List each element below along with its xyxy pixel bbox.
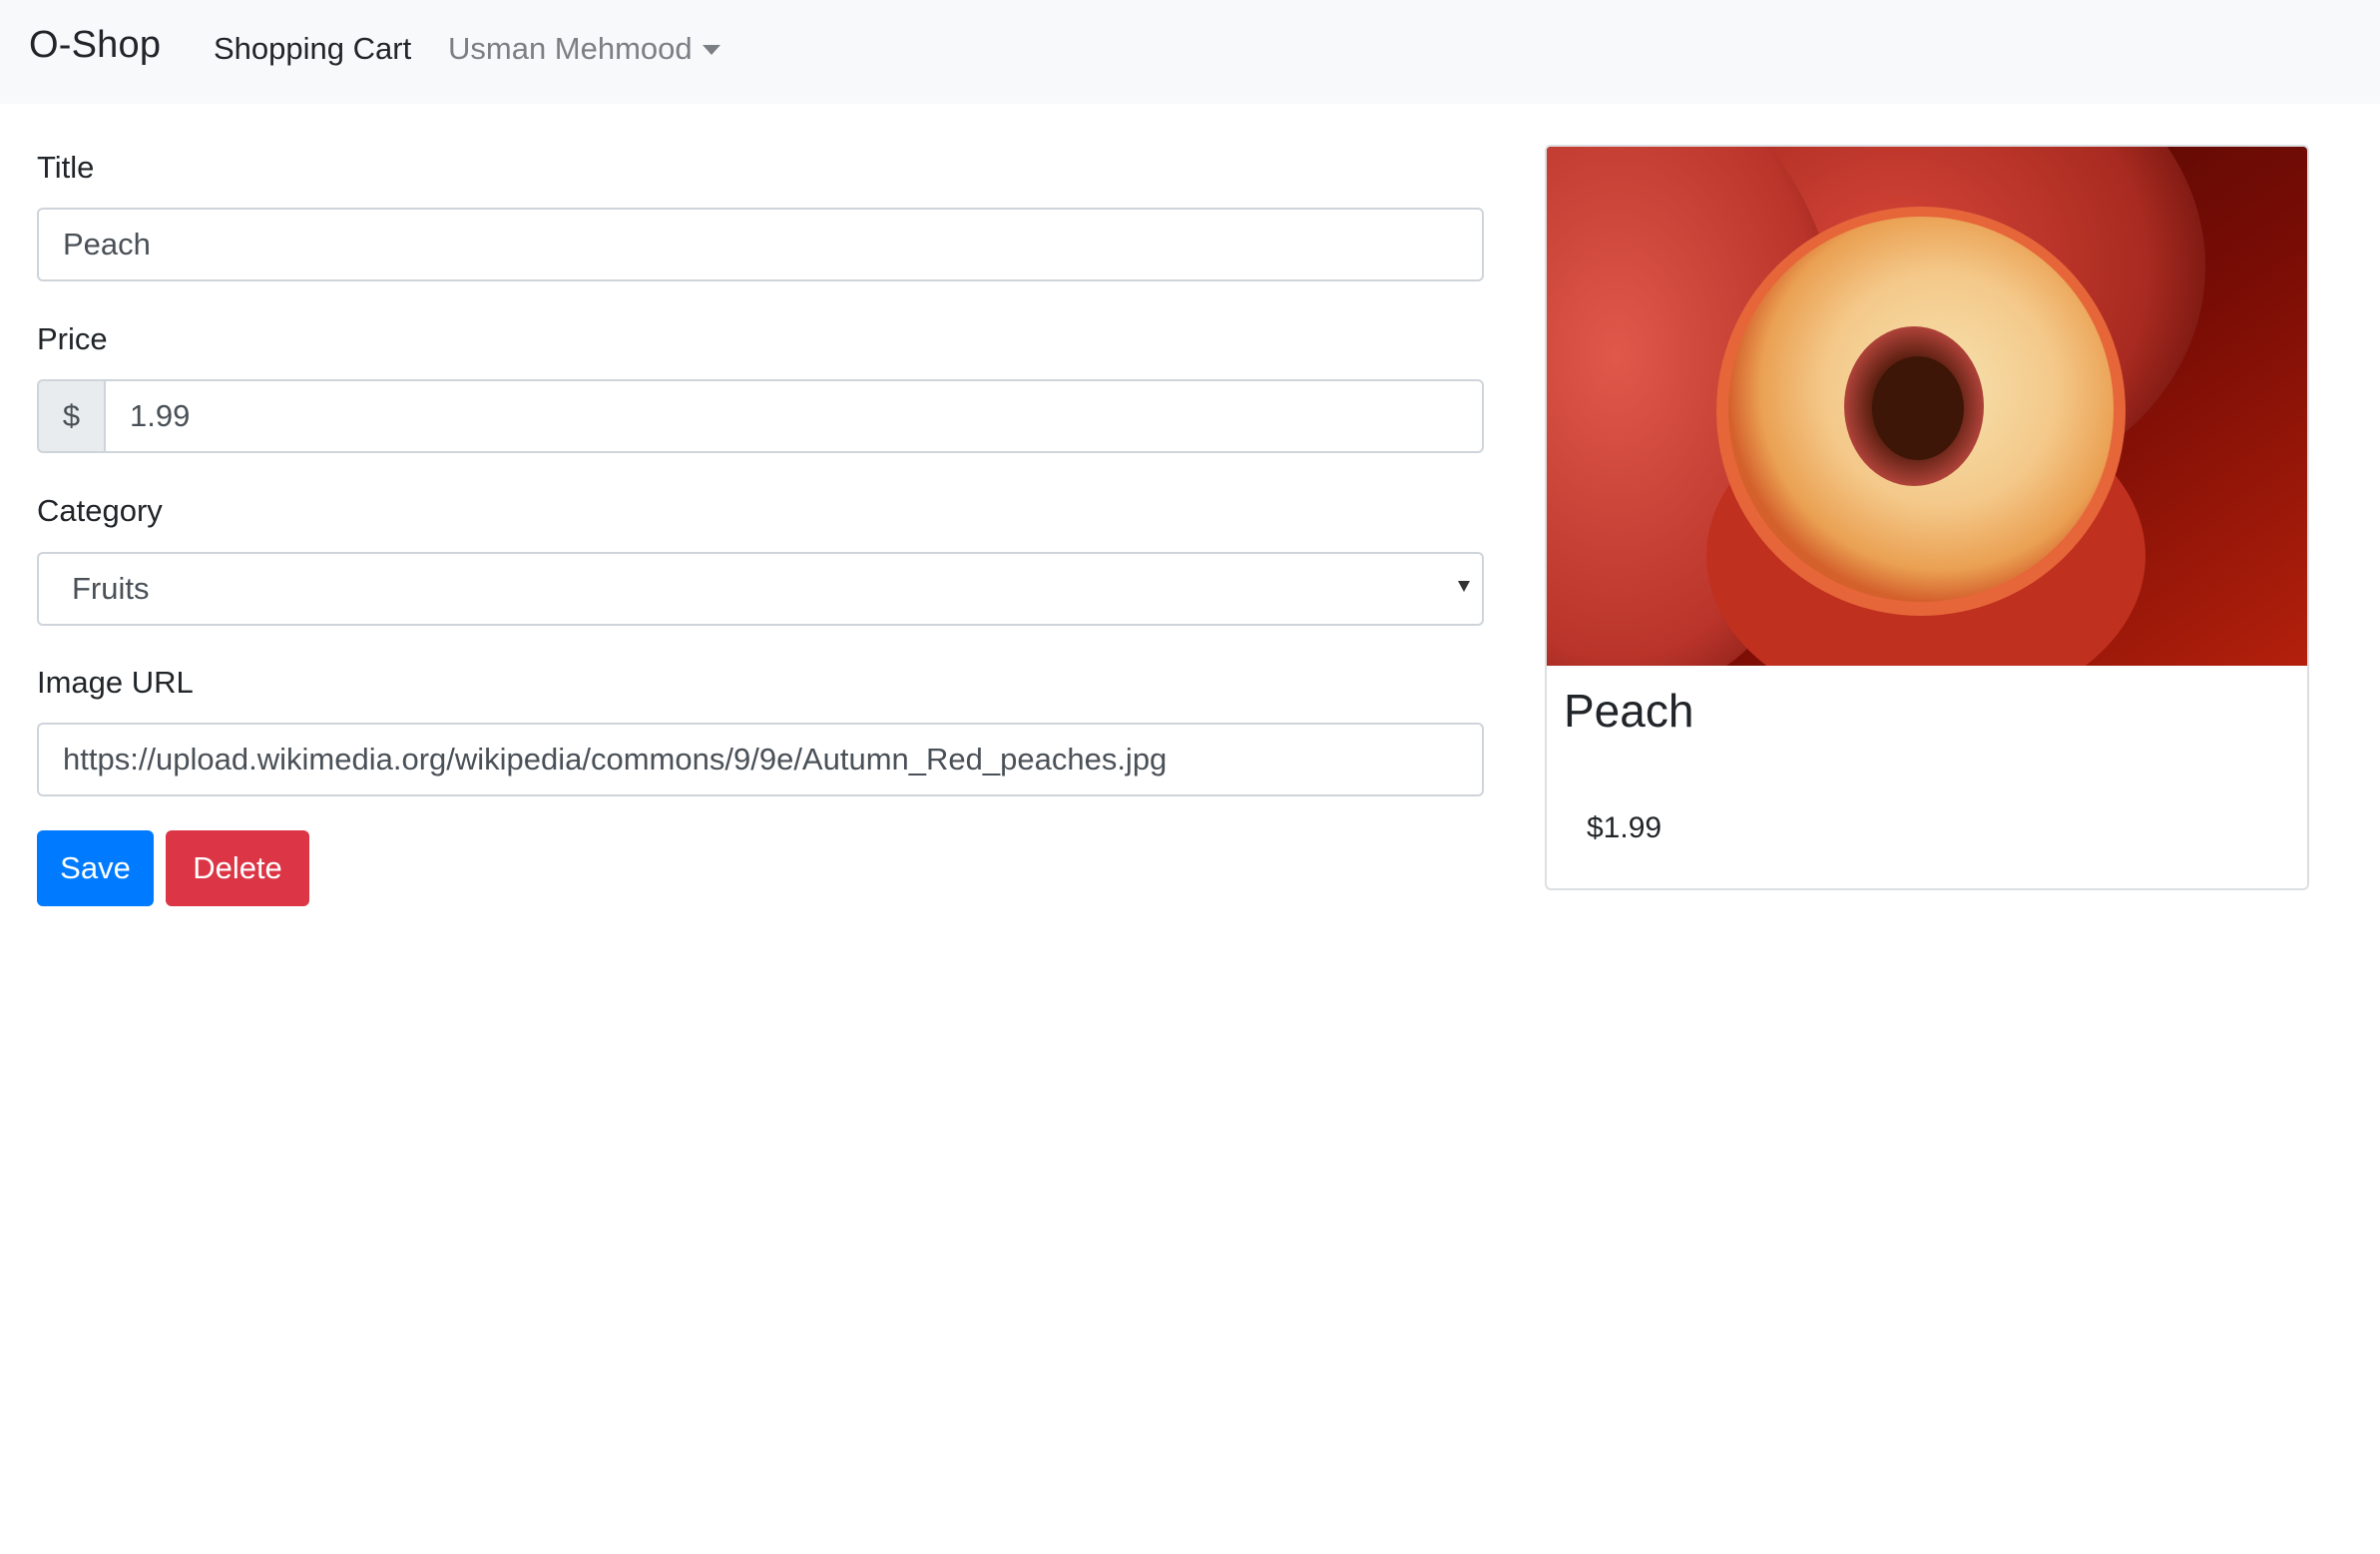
preview-price: $1.99 [1587,811,1663,844]
preview-title: Peach [1564,685,1694,737]
product-preview-card: Peach $1.99 [1545,145,2309,890]
category-select[interactable]: Fruits [37,552,1484,626]
image-url-label: Image URL [37,665,194,700]
title-label: Title [37,150,95,185]
brand-logo[interactable]: O-Shop [29,24,161,67]
image-url-input[interactable] [37,723,1484,796]
price-label: Price [37,321,108,356]
currency-addon: $ [37,379,104,453]
dropdown-arrow-icon [1458,581,1470,592]
user-menu-dropdown[interactable]: Usman Mehmood [448,31,720,67]
price-input-group: $ [37,379,1484,453]
delete-button[interactable]: Delete [166,830,309,906]
navbar: O-Shop Shopping Cart Usman Mehmood [0,0,2380,104]
price-input[interactable] [104,379,1484,453]
save-button[interactable]: Save [37,830,154,906]
category-selected-value: Fruits [72,571,150,606]
nav-shopping-cart[interactable]: Shopping Cart [214,31,411,67]
user-menu-label: Usman Mehmood [448,31,693,66]
category-label: Category [37,493,163,528]
caret-down-icon [702,45,720,55]
product-image [1547,147,2307,666]
title-input[interactable] [37,208,1484,281]
